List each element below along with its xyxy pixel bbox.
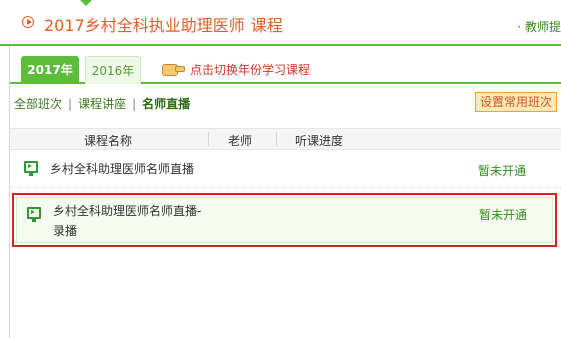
- column-progress: 听课进度: [295, 134, 344, 148]
- tab-2016[interactable]: 2016年: [85, 56, 141, 84]
- course-status: 暂未开通: [478, 164, 527, 178]
- column-course-name: 课程名称: [84, 134, 133, 148]
- nav-separator: |: [68, 97, 73, 111]
- table-header: 课程名称 老师 听课进度: [10, 128, 561, 150]
- course-name-line1: 乡村全科助理医师名师直播-: [53, 204, 202, 218]
- page-title-main: 2017乡村全科执业助理医师: [44, 16, 245, 35]
- highlight-box: 乡村全科助理医师名师直播- 录播 暂未开通: [12, 193, 557, 247]
- nav-all-classes[interactable]: 全部班次: [14, 97, 62, 111]
- pointing-hand-icon: [162, 62, 185, 76]
- page-header: 2017乡村全科执业助理医师 课程 · 教师提: [0, 0, 561, 46]
- teacher-link[interactable]: · 教师提: [517, 18, 561, 35]
- nav-course-lectures[interactable]: 课程讲座: [78, 97, 126, 111]
- course-name[interactable]: 乡村全科助理医师名师直播- 录播: [53, 201, 201, 241]
- year-tabs: 2017年 2016年 点击切换年份学习课程: [10, 52, 561, 84]
- set-common-classes-button[interactable]: 设置常用班次: [475, 92, 557, 112]
- page-title-suffix: 课程: [250, 16, 283, 35]
- course-status: 暂未开通: [479, 208, 528, 222]
- year-switch-hint: 点击切换年份学习课程: [162, 61, 310, 79]
- year-switch-hint-text: 点击切换年份学习课程: [190, 63, 311, 77]
- nav-separator: |: [132, 97, 137, 111]
- left-divider: [9, 46, 10, 338]
- course-name[interactable]: 乡村全科助理医师名师直播: [50, 159, 194, 179]
- page-title: 2017乡村全科执业助理医师 课程: [44, 12, 283, 36]
- column-teacher: 老师: [228, 134, 253, 148]
- class-type-nav: 全部班次 | 课程讲座 | 名师直播: [14, 95, 190, 112]
- tab-2017[interactable]: 2017年: [21, 56, 79, 84]
- video-monitor-icon: [27, 207, 41, 222]
- play-circle-icon: [22, 16, 34, 28]
- column-divider: [276, 132, 277, 146]
- table-row[interactable]: 乡村全科助理医师名师直播- 录播 暂未开通: [16, 197, 553, 243]
- table-row[interactable]: 乡村全科助理医师名师直播 暂未开通: [10, 150, 561, 188]
- nav-famous-teacher-live[interactable]: 名师直播: [142, 97, 190, 111]
- column-divider: [208, 132, 209, 146]
- video-monitor-icon: [24, 161, 38, 176]
- course-name-line2: 录播: [53, 224, 78, 238]
